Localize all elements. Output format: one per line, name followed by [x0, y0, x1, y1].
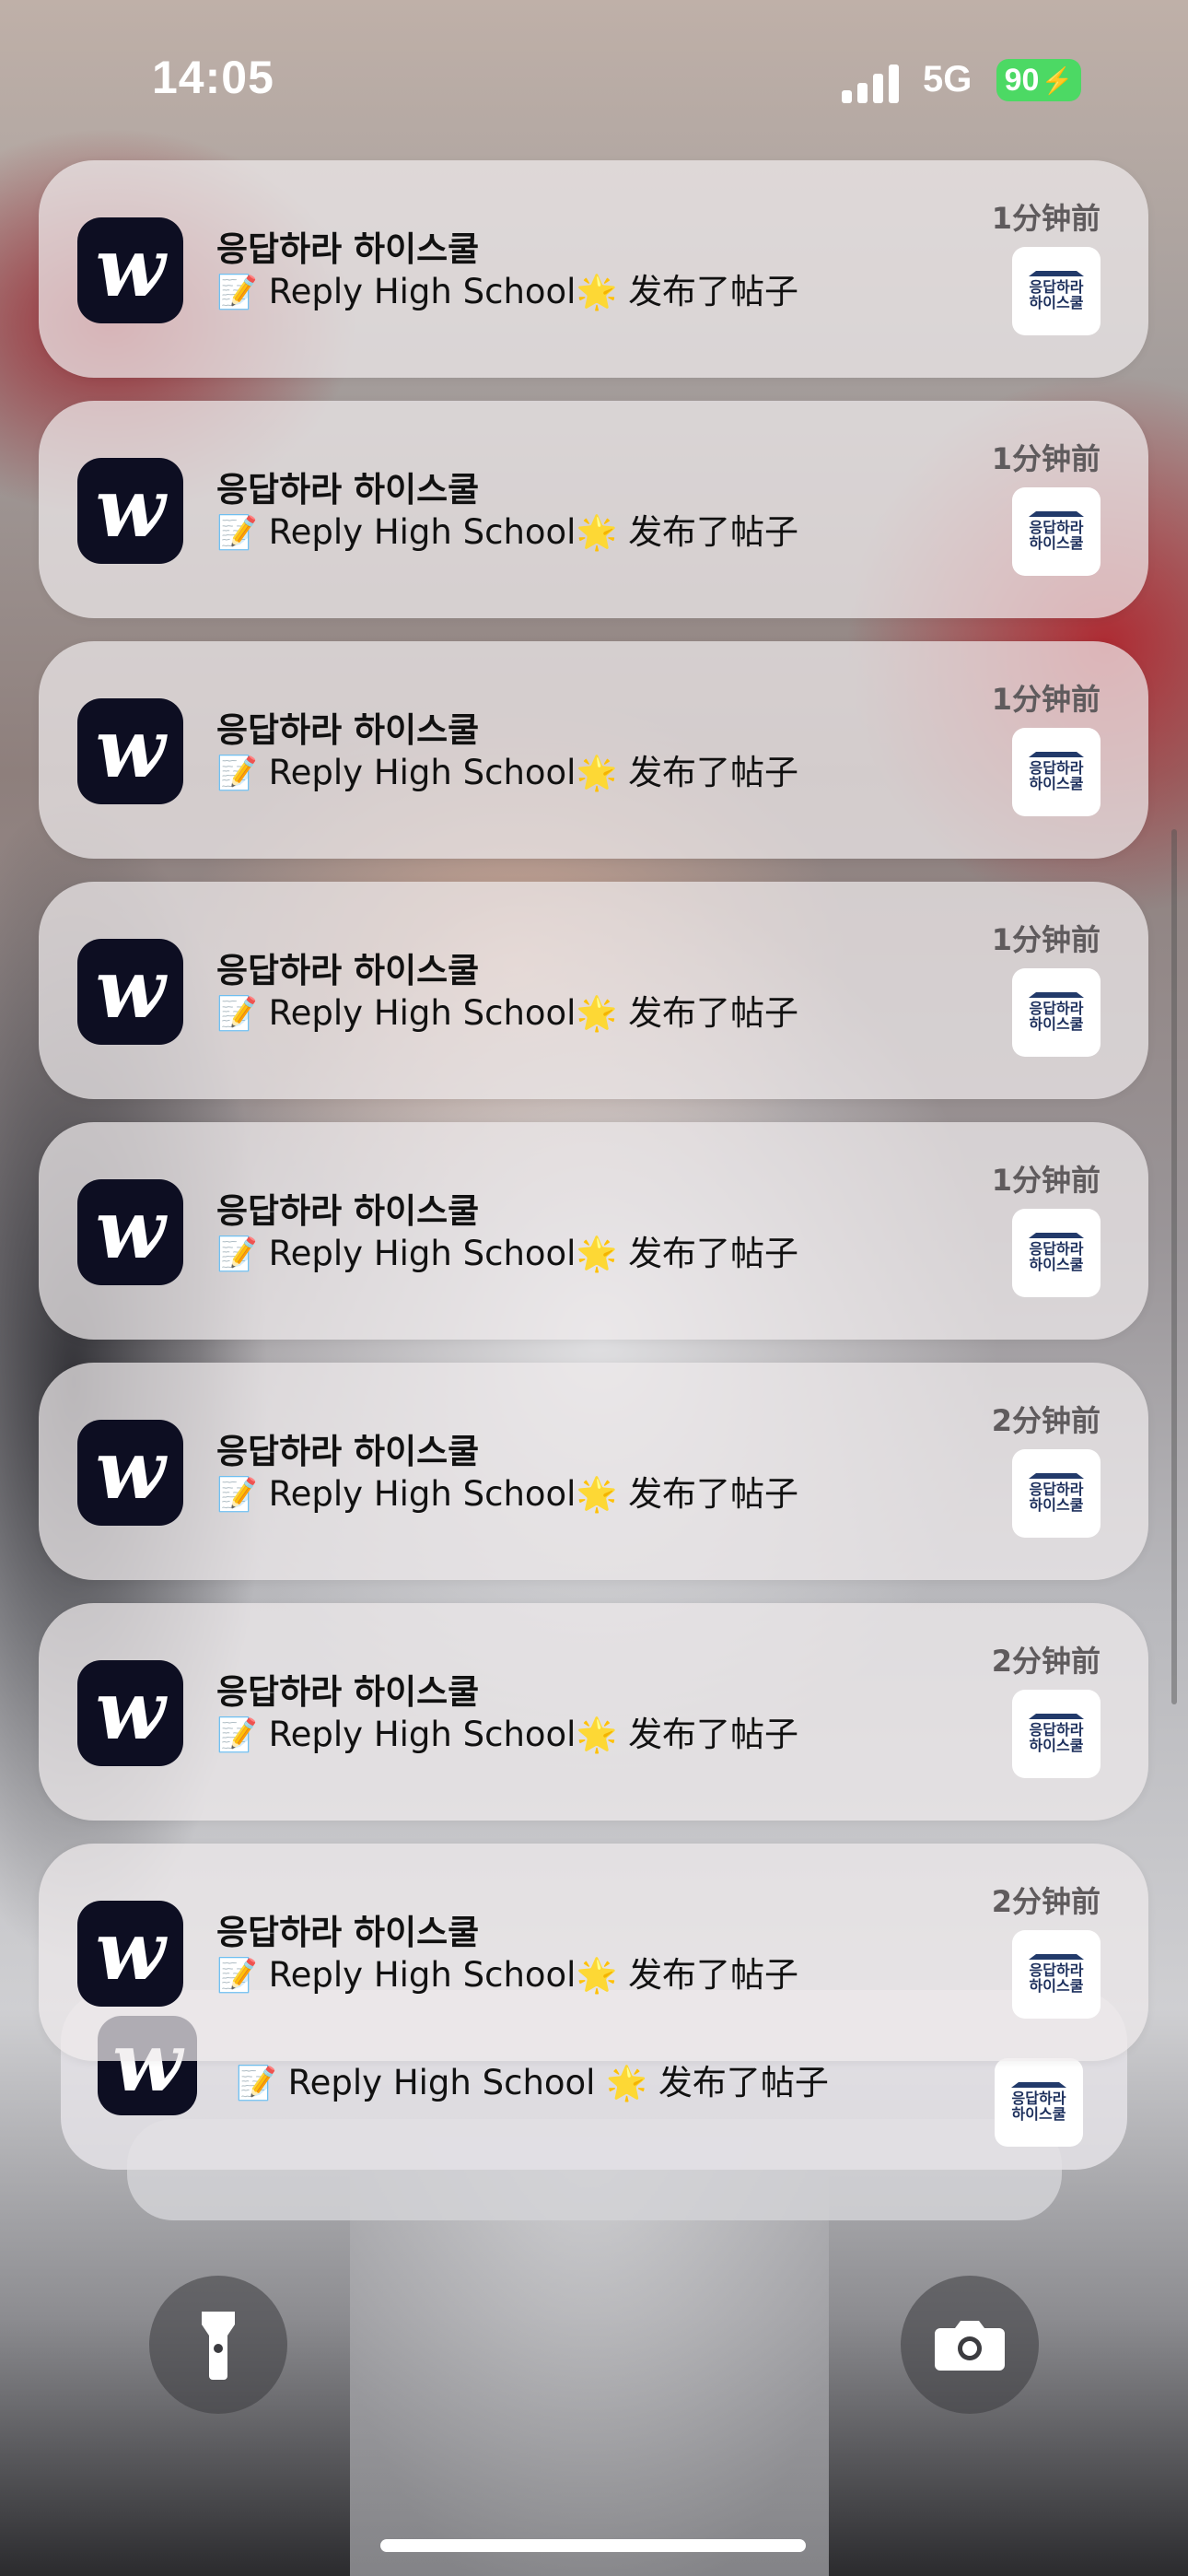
- weverse-app-icon: w: [77, 1420, 183, 1526]
- star-icon: 🌟: [576, 1476, 618, 1514]
- notification-card[interactable]: w 응답하라 하이스쿨 📝 Reply High School🌟 发布了帖子 2分钟前…: [39, 1603, 1148, 1821]
- status-bar: 14:05 5G 90 ⚡: [0, 0, 1188, 147]
- memo-icon: 📝: [216, 995, 258, 1033]
- notification-body: 📝 Reply High School🌟 发布了帖子: [216, 993, 799, 1033]
- network-type: 5G: [923, 59, 973, 100]
- notification-card[interactable]: w 응답하라 하이스쿨 📝 Reply High School🌟 发布了帖子 1分钟前…: [39, 1122, 1148, 1340]
- notification-card[interactable]: w 응답하라 하이스쿨 📝 Reply High School🌟 发布了帖子 1分钟前…: [39, 882, 1148, 1099]
- notification-card[interactable]: w 응답하라 하이스쿨 📝 Reply High School🌟 发布了帖子 1分钟前…: [39, 401, 1148, 618]
- cellular-signal-icon: [842, 63, 906, 103]
- memo-icon: 📝: [236, 2065, 277, 2102]
- memo-icon: 📝: [216, 1957, 258, 1995]
- battery-level: 90: [1004, 62, 1040, 98]
- weverse-app-icon: w: [77, 217, 183, 323]
- notification-body: 📝 Reply High School🌟 发布了帖子: [216, 512, 799, 552]
- notification-card[interactable]: w 응답하라 하이스쿨 📝 Reply High School🌟 发布了帖子 2分钟前…: [39, 1363, 1148, 1580]
- notification-card[interactable]: w 응답하라 하이스쿨 📝 Reply High School🌟 发布了帖子 2分钟前…: [39, 1844, 1148, 2061]
- memo-icon: 📝: [216, 514, 258, 552]
- post-thumbnail: 응답하라 하이스쿨: [995, 2058, 1083, 2147]
- weverse-app-icon: w: [77, 698, 183, 804]
- post-thumbnail: 응답하라 하이스쿨: [1012, 1930, 1101, 2019]
- post-thumbnail: 응답하라 하이스쿨: [1012, 1209, 1101, 1297]
- notification-body: 📝 Reply High School🌟 发布了帖子: [216, 1474, 799, 1514]
- status-time: 14:05: [152, 52, 274, 103]
- post-thumbnail: 응답하라 하이스쿨: [1012, 968, 1101, 1057]
- post-thumbnail: 응답하라 하이스쿨: [1012, 247, 1101, 335]
- scroll-indicator: [1171, 829, 1177, 1704]
- notification-time: 1分钟前: [991, 682, 1101, 717]
- camera-icon: [935, 2321, 1005, 2371]
- post-thumbnail: 응답하라 하이스쿨: [1012, 1449, 1101, 1538]
- memo-icon: 📝: [216, 1716, 258, 1754]
- notification-time: 1分钟前: [991, 201, 1101, 236]
- notification-body: 📝 Reply High School🌟 发布了帖子: [216, 1234, 799, 1273]
- camera-button[interactable]: [901, 2276, 1039, 2414]
- notification-body: 📝 Reply High School 🌟 发布了帖子: [236, 2063, 829, 2102]
- flashlight-button[interactable]: [149, 2276, 287, 2414]
- notification-time: 2分钟前: [991, 1403, 1101, 1438]
- weverse-app-icon: w: [77, 458, 183, 564]
- notification-body: 📝 Reply High School🌟 发布了帖子: [216, 272, 799, 311]
- star-icon: 🌟: [606, 2065, 648, 2102]
- notification-body: 📝 Reply High School🌟 发布了帖子: [216, 1955, 799, 1995]
- battery-indicator: 90 ⚡: [996, 59, 1081, 101]
- weverse-app-icon: w: [77, 1901, 183, 2007]
- notification-time: 1分钟前: [991, 922, 1101, 957]
- notification-card[interactable]: w 응답하라 하이스쿨 📝 Reply High School🌟 发布了帖子 1分钟前…: [39, 160, 1148, 378]
- star-icon: 🌟: [576, 514, 618, 552]
- notification-body: 📝 Reply High School🌟 发布了帖子: [216, 753, 799, 792]
- memo-icon: 📝: [216, 755, 258, 792]
- memo-icon: 📝: [216, 1235, 258, 1273]
- weverse-app-icon: w: [77, 939, 183, 1045]
- star-icon: 🌟: [576, 1957, 618, 1995]
- notification-time: 1分钟前: [991, 441, 1101, 476]
- home-indicator[interactable]: [380, 2539, 806, 2552]
- weverse-app-icon: w: [77, 1660, 183, 1766]
- post-thumbnail: 응답하라 하이스쿨: [1012, 728, 1101, 816]
- notification-time: 2分钟前: [991, 1644, 1101, 1679]
- post-thumbnail: 응답하라 하이스쿨: [1012, 1690, 1101, 1778]
- star-icon: 🌟: [576, 995, 618, 1033]
- notification-time: 2分钟前: [991, 1884, 1101, 1919]
- charging-icon: ⚡: [1041, 65, 1074, 95]
- star-icon: 🌟: [576, 755, 618, 792]
- flashlight-icon: [202, 2312, 235, 2380]
- memo-icon: 📝: [216, 1476, 258, 1514]
- notification-body: 📝 Reply High School🌟 发布了帖子: [216, 1715, 799, 1754]
- notification-time: 1分钟前: [991, 1163, 1101, 1198]
- star-icon: 🌟: [576, 1235, 618, 1273]
- memo-icon: 📝: [216, 274, 258, 311]
- weverse-app-icon: w: [77, 1179, 183, 1285]
- star-icon: 🌟: [576, 1716, 618, 1754]
- notification-card[interactable]: w 응답하라 하이스쿨 📝 Reply High School🌟 发布了帖子 1分钟前…: [39, 641, 1148, 859]
- star-icon: 🌟: [576, 274, 618, 311]
- post-thumbnail: 응답하라 하이스쿨: [1012, 487, 1101, 576]
